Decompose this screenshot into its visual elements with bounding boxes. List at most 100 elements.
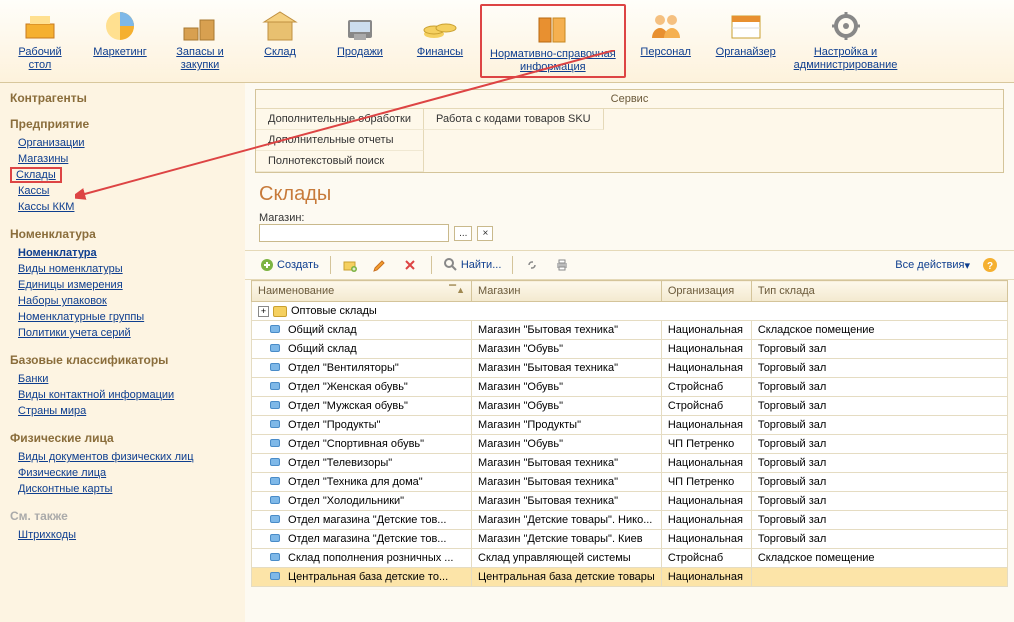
sidebar-item[interactable]: Единицы измерения (10, 277, 235, 293)
toolbar-warehouse[interactable]: Склад (240, 4, 320, 78)
sidebar-group: См. также Штрихкоды (10, 509, 235, 543)
service-panel: Сервис Дополнительные обработкиДополните… (255, 89, 1004, 173)
table-row[interactable]: Отдел "Вентиляторы"Магазин "Бытовая техн… (252, 359, 1008, 378)
table-folder-row[interactable]: +Оптовые склады (252, 302, 1008, 321)
table-row[interactable]: Отдел "Спортивная обувь"Магазин "Обувь"Ч… (252, 435, 1008, 454)
sidebar-item[interactable]: Номенклатурные группы (10, 309, 235, 325)
find-button[interactable]: Найти... (439, 255, 506, 275)
table-row[interactable]: Склад пополнения розничных ...Склад упра… (252, 549, 1008, 568)
item-icon (270, 382, 280, 390)
filter-select-button[interactable]: ... (454, 226, 472, 241)
toolbar-sales[interactable]: Продажи (320, 4, 400, 78)
new-folder-button[interactable] (338, 255, 364, 275)
column-header[interactable]: Магазин (472, 281, 662, 302)
table-row[interactable]: Отдел "Техника для дома"Магазин "Бытовая… (252, 473, 1008, 492)
inventory-icon (176, 6, 224, 44)
action-bar: Создать Найти... Все действия ▾ ? (245, 250, 1014, 280)
create-icon (259, 257, 275, 273)
item-icon (270, 572, 280, 580)
sidebar-item[interactable]: Виды контактной информации (10, 387, 235, 403)
sidebar-item[interactable]: Склады (10, 167, 62, 183)
toolbar-finance[interactable]: Финансы (400, 4, 480, 78)
toolbar-reference[interactable]: Нормативно-справочнаяинформация (480, 4, 626, 78)
help-button[interactable]: ? (978, 255, 1004, 275)
svg-text:?: ? (987, 261, 993, 272)
sidebar-item[interactable]: Дисконтные карты (10, 481, 235, 497)
item-icon (270, 477, 280, 485)
table-row[interactable]: Отдел "Телевизоры"Магазин "Бытовая техни… (252, 454, 1008, 473)
create-button[interactable]: Создать (255, 255, 323, 275)
sidebar-item[interactable]: Номенклатура (10, 245, 235, 261)
sidebar-header: См. также (10, 509, 235, 523)
toolbar-label: Запасы изакупки (176, 46, 223, 72)
sidebar-item[interactable]: Кассы ККМ (10, 199, 235, 215)
toolbar-admin[interactable]: Настройка иадминистрирование (786, 4, 906, 78)
sidebar: КонтрагентыПредприятиеОрганизацииМагазин… (0, 83, 245, 622)
table-row[interactable]: Центральная база детские то...Центральна… (252, 568, 1008, 587)
sidebar-item[interactable]: Кассы (10, 183, 235, 199)
item-icon (270, 420, 280, 428)
reference-icon (529, 8, 577, 46)
sidebar-item[interactable]: Виды документов физических лиц (10, 449, 235, 465)
table-row[interactable]: Общий складМагазин "Обувь"НациональнаяТо… (252, 340, 1008, 359)
edit-button[interactable] (368, 255, 394, 275)
toolbar-label: Продажи (337, 46, 383, 59)
help-icon: ? (982, 257, 998, 273)
column-header[interactable]: Наименование▔▲ (252, 281, 472, 302)
organizer-icon (722, 6, 770, 44)
toolbar-label: Рабочийстол (18, 46, 61, 72)
table-row[interactable]: Общий складМагазин "Бытовая техника"Наци… (252, 321, 1008, 340)
sidebar-item[interactable]: Политики учета серий (10, 325, 235, 341)
item-icon (270, 496, 280, 504)
sidebar-item[interactable]: Магазины (10, 151, 235, 167)
column-header[interactable]: Тип склада (751, 281, 1007, 302)
sidebar-item[interactable]: Физические лица (10, 465, 235, 481)
separator (330, 256, 331, 274)
sidebar-item[interactable]: Виды номенклатуры (10, 261, 235, 277)
table-row[interactable]: Отдел магазина "Детские тов...Магазин "Д… (252, 530, 1008, 549)
service-body: Дополнительные обработкиДополнительные о… (256, 109, 1003, 172)
table-row[interactable]: Отдел "Холодильники"Магазин "Бытовая тех… (252, 492, 1008, 511)
all-actions-button[interactable]: Все действия ▾ (891, 257, 974, 274)
table-row[interactable]: Отдел "Мужская обувь"Магазин "Обувь"Стро… (252, 397, 1008, 416)
sidebar-item[interactable]: Штрихкоды (10, 527, 235, 543)
service-item[interactable]: Полнотекстовый поиск (256, 151, 424, 172)
sidebar-item[interactable]: Банки (10, 371, 235, 387)
folder-icon (273, 306, 287, 317)
sidebar-group: Физические лицаВиды документов физически… (10, 431, 235, 497)
delete-button[interactable] (398, 255, 424, 275)
sidebar-item[interactable]: Организации (10, 135, 235, 151)
column-header[interactable]: Организация (661, 281, 751, 302)
toolbar-desktop[interactable]: Рабочийстол (0, 4, 80, 78)
link-button[interactable] (520, 255, 546, 275)
search-icon (443, 257, 459, 273)
link-icon (524, 257, 540, 273)
service-item[interactable]: Дополнительные обработки (256, 109, 424, 130)
service-item[interactable]: Дополнительные отчеты (256, 130, 424, 151)
shop-filter-input[interactable] (259, 224, 449, 242)
sidebar-item[interactable]: Страны мира (10, 403, 235, 419)
filter-label: Магазин: (259, 212, 305, 224)
expand-icon[interactable]: + (258, 306, 269, 317)
table-row[interactable]: Отдел "Продукты"Магазин "Продукты"Национ… (252, 416, 1008, 435)
item-icon (270, 325, 280, 333)
toolbar-personnel[interactable]: Персонал (626, 4, 706, 78)
folder-plus-icon (342, 257, 358, 273)
print-button[interactable] (550, 255, 576, 275)
service-header: Сервис (256, 90, 1003, 109)
table-row[interactable]: Отдел "Женская обувь"Магазин "Обувь"Стро… (252, 378, 1008, 397)
toolbar-marketing[interactable]: Маркетинг (80, 4, 160, 78)
item-icon (270, 515, 280, 523)
toolbar-label: Финансы (417, 46, 463, 59)
toolbar-inventory[interactable]: Запасы изакупки (160, 4, 240, 78)
separator (512, 256, 513, 274)
table-row[interactable]: Отдел магазина "Детские тов...Магазин "Д… (252, 511, 1008, 530)
item-icon (270, 553, 280, 561)
sidebar-group: НоменклатураНоменклатураВиды номенклатур… (10, 227, 235, 341)
toolbar-organizer[interactable]: Органайзер (706, 4, 786, 78)
toolbar-label: Настройка иадминистрирование (794, 46, 898, 72)
finance-icon (416, 6, 464, 44)
sidebar-item[interactable]: Наборы упаковок (10, 293, 235, 309)
filter-clear-button[interactable]: × (477, 226, 493, 241)
service-item[interactable]: Работа с кодами товаров SKU (424, 109, 604, 130)
